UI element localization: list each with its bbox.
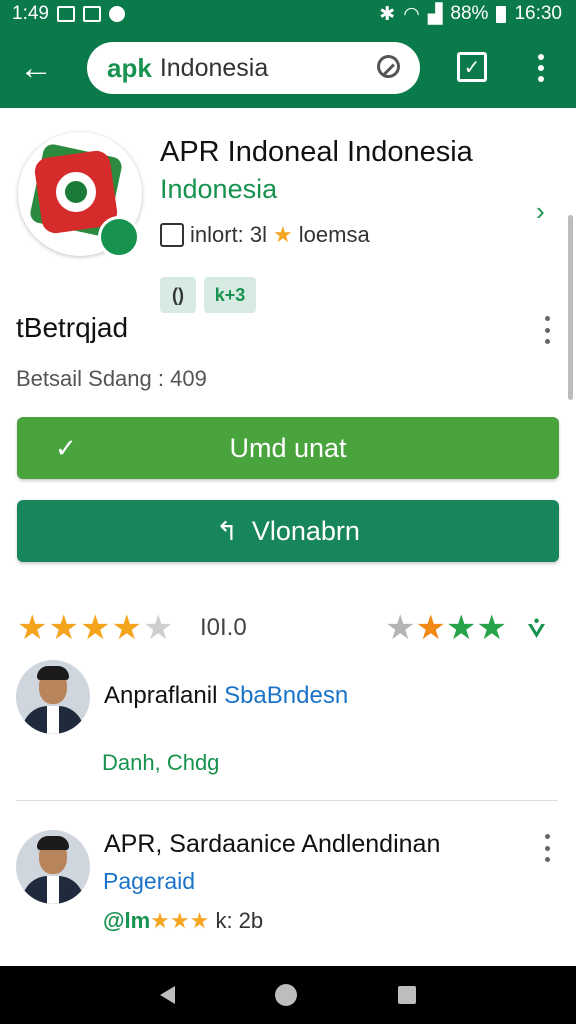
section-subtitle: Betsail Sdang : 409 xyxy=(16,366,207,391)
notification-icon xyxy=(56,6,75,22)
divider xyxy=(16,800,558,801)
open-button[interactable]: ↰ Vlonabrn xyxy=(17,500,559,562)
rating-value: I0I.0 xyxy=(200,614,247,641)
star-icon: ★ xyxy=(385,609,416,647)
section-more-icon[interactable] xyxy=(542,316,552,344)
content-rating-icon xyxy=(160,223,184,247)
feature-chips: () k+3 xyxy=(160,277,256,313)
meta-label: loemsa xyxy=(298,222,370,247)
bluetooth-icon: ✱ xyxy=(379,3,396,25)
status-left: 1:49 xyxy=(12,3,125,25)
battery-icon xyxy=(496,5,507,23)
app-bar: ← apk Indonesia ✓ xyxy=(0,28,576,108)
app-title: APR Indoneal Indonesia xyxy=(160,136,473,168)
star-icon: ★ xyxy=(111,609,143,647)
update-button[interactable]: ✓ Umd unat xyxy=(17,417,559,479)
overflow-menu-icon[interactable] xyxy=(528,50,554,86)
search-field[interactable]: apk Indonesia xyxy=(87,42,420,94)
app-badge-icon xyxy=(98,216,140,258)
reviewer-name: APR, Sardaanice Andlendinan xyxy=(104,830,441,858)
star-icon: ★ xyxy=(476,609,507,647)
star-icon: ★ xyxy=(48,609,80,647)
reviewer-link[interactable]: SbaBndesn xyxy=(224,682,348,709)
app-notification-icon xyxy=(108,6,125,22)
status-bar: 1:49 ✱ ◠ ▟ 88% 16:30 xyxy=(0,0,576,28)
chip-badge-green[interactable]: k+3 xyxy=(204,277,256,313)
navigation-bar xyxy=(0,966,576,1024)
star-empty-icon: ★ xyxy=(142,609,175,647)
section-title: tBetrqjad xyxy=(16,312,129,343)
thumbs-up-icon[interactable]: ⩒ xyxy=(528,612,545,645)
search-input[interactable]: Indonesia xyxy=(160,54,374,83)
rating-stars-secondary[interactable]: ★ ★ ★ ★ xyxy=(385,608,507,648)
signal-icon: ▟ xyxy=(427,3,443,25)
nav-back-icon[interactable] xyxy=(160,986,176,1004)
chip-badge[interactable]: () xyxy=(160,277,196,313)
avatar[interactable] xyxy=(16,830,90,904)
rating-stars[interactable]: ★ ★ ★ ★ ★ xyxy=(17,608,174,648)
check-icon: ✓ xyxy=(55,432,77,463)
app-meta: inlort: 3l ★ loemsa xyxy=(160,222,370,248)
star-icon: ★ xyxy=(273,222,293,247)
star-icon: ★ xyxy=(79,609,112,647)
nav-recents-icon[interactable] xyxy=(397,986,416,1004)
review-more-icon[interactable] xyxy=(542,834,552,862)
review-stars: ★★★ xyxy=(150,908,210,933)
app-icon[interactable] xyxy=(18,132,142,258)
review-tag[interactable]: Pageraid xyxy=(103,868,195,895)
developer-link[interactable]: Indonesia xyxy=(160,174,277,205)
reply-arrow-icon: ↰ xyxy=(216,515,238,546)
review-meta: @lm★★★ k: 2b xyxy=(103,908,263,934)
review-meta-prefix: @lm xyxy=(103,908,151,933)
checkbox-icon[interactable]: ✓ xyxy=(457,52,487,82)
wifi-icon: ◠ xyxy=(403,3,420,25)
star-icon: ★ xyxy=(445,609,477,647)
star-icon: ★ xyxy=(17,609,49,647)
image-notification-icon xyxy=(82,6,101,22)
status-right: ✱ ◠ ▟ 88% 16:30 xyxy=(379,3,562,26)
review-subtext: Danh, Chdg xyxy=(102,750,220,775)
review-meta-suffix: k: 2b xyxy=(215,908,264,933)
chevron-right-icon[interactable]: › xyxy=(536,196,545,227)
open-button-label: Vlonabrn xyxy=(251,515,360,546)
avatar[interactable] xyxy=(16,660,90,734)
nav-home-icon[interactable] xyxy=(275,984,298,1006)
reviewer-name-text: Anpraflanil xyxy=(104,682,218,709)
star-icon: ★ xyxy=(415,609,446,647)
meta-text: inlort: 3l xyxy=(190,222,268,247)
status-clock: 16:30 xyxy=(514,3,562,24)
battery-percent: 88% xyxy=(450,3,489,24)
update-button-label: Umd unat xyxy=(229,432,347,463)
search-icon[interactable] xyxy=(374,53,404,83)
back-arrow-icon[interactable]: ← xyxy=(0,28,72,108)
scrollbar[interactable] xyxy=(568,215,573,400)
reviewer-name: Anpraflanil SbaBndesn xyxy=(104,682,348,710)
store-logo: apk xyxy=(107,52,152,83)
status-time-left: 1:49 xyxy=(12,3,49,24)
